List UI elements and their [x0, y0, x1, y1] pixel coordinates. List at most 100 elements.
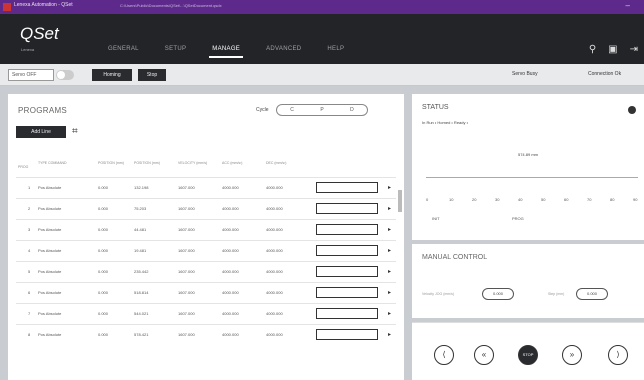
step-label: Step (mm) — [548, 292, 565, 296]
nav-setup[interactable]: SETUP — [152, 46, 200, 52]
table-row[interactable]: 6 Pos Absolute 0.000 518.814 1607.000 4000.00… — [16, 282, 396, 301]
homing-button[interactable]: Homing — [92, 69, 132, 81]
table-cell: 1607.000 — [178, 185, 195, 190]
jog-fast-forward-icon[interactable]: » — [562, 345, 582, 365]
col-header: VELOCITY (mm/s) — [178, 161, 208, 165]
connection-status: Connection Ok — [588, 71, 622, 77]
progress-field[interactable] — [316, 203, 378, 214]
table-cell: 4000.000 — [266, 248, 283, 253]
table-scrollbar[interactable] — [398, 190, 402, 212]
table-cell: 4000.000 — [222, 206, 239, 211]
table-cell: 4000.000 — [222, 332, 239, 337]
table-cell: 8 — [28, 332, 31, 337]
progress-field[interactable] — [316, 182, 378, 193]
velocity-label: Velocity JOG (mm/s) — [422, 292, 455, 296]
col-header: POSITION (mm) — [134, 161, 160, 165]
scale-tick-label: 30 — [495, 197, 500, 202]
progress-field[interactable] — [316, 224, 378, 235]
jog-panel: ⟨ « STOP » ⟩ — [412, 322, 644, 380]
scale-tick-label: 60 — [564, 197, 569, 202]
scale-tick-label: 70 — [587, 197, 592, 202]
table-cell: 44.481 — [134, 227, 147, 232]
table-cell: 0.000 — [98, 248, 109, 253]
servo-toggle[interactable] — [56, 70, 74, 80]
grid-icon[interactable]: ⌗ — [72, 126, 78, 137]
table-cell: 518.814 — [134, 290, 149, 295]
minimize-button[interactable]: – — [626, 1, 630, 10]
table-cell: 1607.000 — [178, 290, 195, 295]
table-row[interactable]: 3 Pos Absolute 0.000 44.481 1607.000 4000.000… — [16, 219, 396, 238]
nav-help[interactable]: HELP — [314, 46, 357, 52]
play-icon[interactable]: ▸ — [388, 268, 391, 275]
play-icon[interactable]: ▸ — [388, 331, 391, 338]
table-cell: Pos Absolute — [38, 290, 62, 295]
stop-button[interactable]: Stop — [138, 69, 166, 81]
window-path: C:\Users\Public\Documents\QSet\...\QSetD… — [120, 3, 222, 8]
scale-tick-label: 20 — [472, 197, 477, 202]
col-header: TYPE COMMAND — [38, 161, 67, 165]
velocity-input[interactable]: 0.000 — [482, 288, 514, 300]
table-cell: Pos Absolute — [38, 248, 62, 253]
jog-stop-button[interactable]: STOP — [518, 345, 538, 365]
table-cell: 75.203 — [134, 206, 147, 211]
window-title: Lenexa Automation - QSet — [14, 2, 73, 8]
table-cell: 4000.000 — [266, 227, 283, 232]
manual-title: MANUAL CONTROL — [422, 254, 488, 261]
play-icon[interactable]: ▸ — [388, 289, 391, 296]
table-cell: Pos Absolute — [38, 311, 62, 316]
step-input[interactable]: 0.000 — [576, 288, 608, 300]
progress-field[interactable] — [316, 308, 378, 319]
play-icon[interactable]: ▸ — [388, 310, 391, 317]
table-cell: 132.198 — [134, 185, 149, 190]
table-cell: 1607.000 — [178, 227, 195, 232]
play-icon[interactable]: ▸ — [388, 247, 391, 254]
jog-back-icon[interactable]: ⟨ — [434, 345, 454, 365]
progress-field[interactable] — [316, 245, 378, 256]
cycle-option[interactable]: P — [320, 107, 323, 113]
table-row[interactable]: 2 Pos Absolute 0.000 75.203 1607.000 4000.000… — [16, 198, 396, 217]
nav-manage[interactable]: MANAGE — [199, 46, 253, 58]
progress-field[interactable] — [316, 266, 378, 277]
add-line-button[interactable]: Add Line — [16, 126, 66, 138]
table-row[interactable]: 5 Pos Absolute 0.000 235.442 1607.000 4000.00… — [16, 261, 396, 280]
main-nav: GENERAL SETUP MANAGE ADVANCED HELP — [95, 46, 357, 58]
app-header: QSet Lenexa GENERAL SETUP MANAGE ADVANCE… — [0, 14, 644, 64]
servo-off-field[interactable]: Servo OFF — [8, 69, 54, 81]
user-icon[interactable]: ⚲ — [589, 44, 596, 55]
table-cell: Pos Absolute — [38, 269, 62, 274]
table-row[interactable]: 4 Pos Absolute 0.000 19.481 1607.000 4000.000… — [16, 240, 396, 259]
jog-fast-back-icon[interactable]: « — [474, 345, 494, 365]
scale-tick-label: 50 — [541, 197, 546, 202]
table-cell: 4 — [28, 248, 31, 253]
nav-advanced[interactable]: ADVANCED — [253, 46, 314, 52]
progress-field[interactable] — [316, 287, 378, 298]
nav-general[interactable]: GENERAL — [95, 46, 152, 52]
scale-tick-label: 80 — [610, 197, 615, 202]
table-cell: 0.000 — [98, 332, 109, 337]
table-row[interactable]: 7 Pos Absolute 0.000 544.021 1607.000 4000.00… — [16, 303, 396, 322]
table-row[interactable]: 8 Pos Absolute 0.000 578.421 1607.000 4000.00… — [16, 324, 396, 343]
jog-forward-icon[interactable]: ⟩ — [608, 345, 628, 365]
table-cell: Pos Absolute — [38, 185, 62, 190]
table-cell: 0.000 — [98, 185, 109, 190]
cycle-option[interactable]: C — [290, 107, 294, 113]
scale-tick-label: 40 — [518, 197, 523, 202]
play-icon[interactable]: ▸ — [388, 226, 391, 233]
status-indicator-icon[interactable] — [628, 106, 636, 114]
table-row[interactable]: 1 Pos Absolute 0.000 132.198 1607.000 4000.00… — [16, 177, 396, 196]
save-icon[interactable]: ▣ — [608, 44, 617, 55]
toolbar: Servo OFF Homing Stop Servo Busy Connect… — [0, 64, 644, 86]
exit-icon[interactable]: ⇥ — [630, 44, 638, 55]
play-icon[interactable]: ▸ — [388, 205, 391, 212]
table-cell: 4000.000 — [222, 248, 239, 253]
play-icon[interactable]: ▸ — [388, 184, 391, 191]
logo-subtitle: Lenexa — [21, 47, 35, 52]
table-cell: 0.000 — [98, 290, 109, 295]
cycle-option[interactable]: D — [350, 107, 354, 113]
table-cell: 4000.000 — [266, 311, 283, 316]
cycle-selector[interactable]: C P D — [276, 104, 368, 116]
programs-title: PROGRAMS — [18, 106, 68, 115]
progress-field[interactable] — [316, 329, 378, 340]
logo: QSet — [20, 24, 59, 43]
status-panel: STATUS In Run • Homed • Ready • 574.89 m… — [412, 94, 644, 240]
